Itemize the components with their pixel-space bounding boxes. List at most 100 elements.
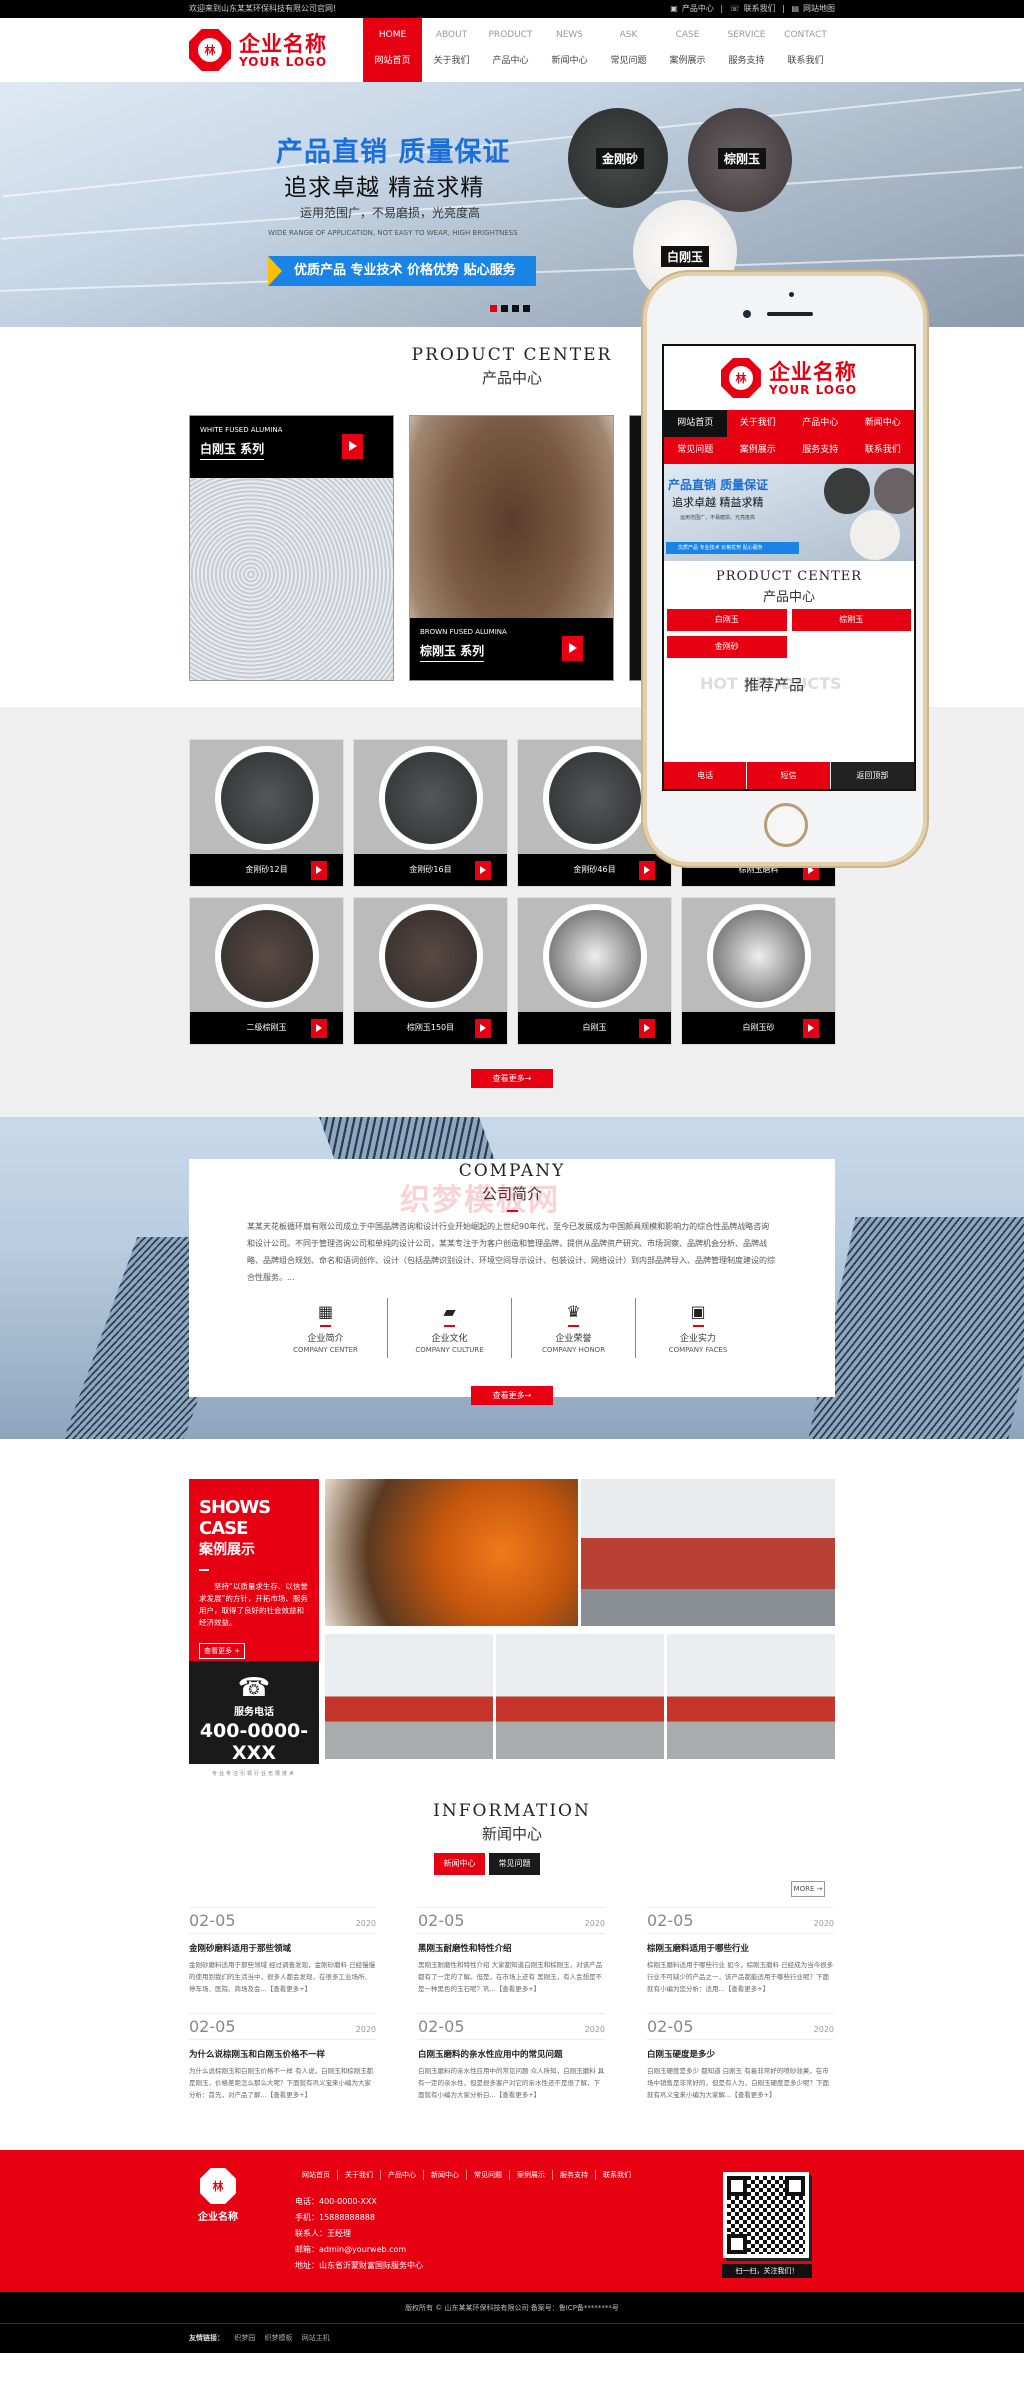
footer-nav-link[interactable]: 产品中心 <box>381 2170 424 2180</box>
slide-dot[interactable] <box>523 305 530 312</box>
mobile-nav-item[interactable]: 联系我们 <box>852 437 915 464</box>
nav-news[interactable]: NEWS 新闻中心 <box>540 18 599 82</box>
nav-case[interactable]: CASE 案例展示 <box>658 18 717 82</box>
company-more-button[interactable]: 查看更多→ <box>471 1386 553 1405</box>
mobile-nav-item[interactable]: 网站首页 <box>664 410 727 437</box>
news-title[interactable]: 黑刚玉耐磨性和特性介绍 <box>418 1942 605 1954</box>
logo[interactable]: 林 企业名称 YOUR LOGO <box>189 18 345 82</box>
product-name: 金刚砂46目 <box>573 865 616 874</box>
news-item[interactable]: 02-05 2020 白刚玉磨料的亲水性应用中的常见问题 白刚玉磨料的亲水性应用中的常… <box>418 2013 605 2119</box>
feature-strength[interactable]: ▣ 企业实力 COMPANY FACES <box>636 1298 760 1358</box>
footer: 林 企业名称 网站首页 关于我们 产品中心 新闻中心 常见问题 案例展示 服务支持 联系我们 … <box>0 2150 1024 2292</box>
footer-nav-link[interactable]: 联系我们 <box>596 2170 638 2180</box>
play-icon[interactable] <box>311 861 327 880</box>
feature-honor[interactable]: ♛ 企业荣誉 COMPANY HONOR <box>512 1298 636 1358</box>
product-card[interactable]: 白刚玉砂 <box>681 897 836 1045</box>
view-more-button[interactable]: 查看更多→ <box>471 1069 553 1088</box>
mobile-nav-item[interactable]: 常见问题 <box>664 437 727 464</box>
product-card[interactable]: 金刚砂16目 <box>353 739 508 887</box>
top-link-products[interactable]: 产品中心 <box>682 4 714 13</box>
case-more-button[interactable]: 查看更多 + <box>199 1643 246 1659</box>
footer-nav-link[interactable]: 案例展示 <box>510 2170 553 2180</box>
mobile-nav-item[interactable]: 关于我们 <box>727 410 790 437</box>
mobile-category-button[interactable]: 金刚砂 <box>667 636 787 658</box>
news-item[interactable]: 02-05 2020 白刚玉硬度是多少 白刚玉硬度是多少 都知道 白刚玉 有着非常好的… <box>647 2013 834 2119</box>
footer-nav-link[interactable]: 常见问题 <box>467 2170 510 2180</box>
case-title-en: SHOWS CASE <box>199 1497 271 1539</box>
case-image-lorry[interactable] <box>325 1634 493 1759</box>
footer-nav: 网站首页 关于我们 产品中心 新闻中心 常见问题 案例展示 服务支持 联系我们 <box>295 2170 638 2180</box>
feature-profile[interactable]: ▦ 企业简介 COMPANY CENTER <box>264 1298 388 1358</box>
mobile-back-to-top-button[interactable]: 返回顶部 <box>830 762 914 789</box>
category-card-brown[interactable]: BROWN FUSED ALUMINA 棕刚玉 系列 <box>409 415 614 681</box>
nav-contact[interactable]: CONTACT 联系我们 <box>776 18 835 82</box>
slide-dot[interactable] <box>512 305 519 312</box>
mobile-category-button[interactable]: 白刚玉 <box>667 609 787 631</box>
slide-dot[interactable] <box>490 305 497 312</box>
footer-nav-link[interactable]: 服务支持 <box>553 2170 596 2180</box>
friend-link[interactable]: 网站主机 <box>302 2334 330 2342</box>
mobile-nav-item[interactable]: 服务支持 <box>789 437 852 464</box>
news-more-button[interactable]: MORE → <box>791 1881 825 1897</box>
play-icon[interactable] <box>475 861 491 880</box>
news-summary: 金刚砂磨料适用于那些领域 经过调查发现，金刚砂磨料 已经慢慢的使用到我们的生活当… <box>189 1961 376 1993</box>
feature-culture[interactable]: ▰ 企业文化 COMPANY CULTURE <box>388 1298 512 1358</box>
play-icon[interactable] <box>475 1019 491 1038</box>
news-item[interactable]: 02-05 2020 黑刚玉耐磨性和特性介绍 黑刚玉耐磨性和特性介绍 大家都知道白刚玉… <box>418 1907 605 2013</box>
product-card[interactable]: 白刚玉 <box>517 897 672 1045</box>
service-label: 服务电话 <box>234 1707 274 1718</box>
friend-link[interactable]: 织梦园 <box>234 2334 255 2342</box>
case-image-lorry[interactable] <box>496 1634 664 1759</box>
welcome-text: 欢迎来到山东某某环保科技有限公司官网! <box>189 4 337 13</box>
sitemap-icon: ▤ <box>791 4 799 13</box>
news-title[interactable]: 金刚砂磨料适用于那些领域 <box>189 1942 376 1954</box>
news-title[interactable]: 棕刚玉磨料适用于哪些行业 <box>647 1942 834 1954</box>
news-item[interactable]: 02-05 2020 为什么说棕刚玉和白刚玉价格不一样 为什么说棕刚玉和白刚玉价格不一… <box>189 2013 376 2119</box>
mobile-nav-item[interactable]: 产品中心 <box>789 410 852 437</box>
footer-nav-link[interactable]: 关于我们 <box>338 2170 381 2180</box>
news-title[interactable]: 白刚玉磨料的亲水性应用中的常见问题 <box>418 2048 605 2060</box>
footer-nav-link[interactable]: 网站首页 <box>295 2170 338 2180</box>
nav-home[interactable]: HOME 网站首页 <box>363 18 422 82</box>
top-link-contact[interactable]: 联系我们 <box>744 4 776 13</box>
news-title[interactable]: 为什么说棕刚玉和白刚玉价格不一样 <box>189 2048 376 2060</box>
play-icon[interactable] <box>639 861 655 880</box>
company-section: COMPANY 公司简介 某某天花板循环扇有限公司成立于中国品牌咨询和设计行业开… <box>0 1117 1024 1439</box>
product-card[interactable]: 金刚砂12目 <box>189 739 344 887</box>
product-card[interactable]: 二级棕刚玉 <box>189 897 344 1045</box>
mobile-nav-item[interactable]: 案例展示 <box>727 437 790 464</box>
case-image-lorry[interactable] <box>667 1634 835 1759</box>
play-icon[interactable] <box>342 434 363 459</box>
news-title[interactable]: 白刚玉硬度是多少 <box>647 2048 834 2060</box>
news-item[interactable]: 02-05 2020 金刚砂磨料适用于那些领域 金刚砂磨料适用于那些领域 经过调查发现… <box>189 1907 376 2013</box>
case-image-truck[interactable] <box>581 1479 835 1626</box>
service-slogan: 专业专注引领行业无限技术 <box>211 1771 296 1777</box>
play-icon[interactable] <box>803 1019 819 1038</box>
slide-dot[interactable] <box>501 305 508 312</box>
footer-logo[interactable]: 林 企业名称 <box>196 2168 240 2223</box>
mobile-category-button[interactable]: 棕刚玉 <box>791 609 911 631</box>
tab-faq[interactable]: 常见问题 <box>489 1853 540 1875</box>
nav-service[interactable]: SERVICE 服务支持 <box>717 18 776 82</box>
mobile-sms-button[interactable]: 短信 <box>747 762 831 789</box>
top-link-sitemap[interactable]: 网站地图 <box>803 4 835 13</box>
product-card[interactable]: 棕刚玉150目 <box>353 897 508 1045</box>
news-item[interactable]: 02-05 2020 棕刚玉磨料适用于哪些行业 棕刚玉磨料适用于哪些行业 如今，棕刚玉… <box>647 1907 834 2013</box>
product-name: 白刚玉 <box>582 1023 607 1032</box>
category-card-white[interactable]: WHITE FUSED ALUMINA 白刚玉 系列 <box>189 415 394 681</box>
case-image-welder[interactable] <box>325 1479 578 1626</box>
play-icon[interactable] <box>311 1019 327 1038</box>
nav-about[interactable]: ABOUT 关于我们 <box>422 18 481 82</box>
nav-ask[interactable]: ASK 常见问题 <box>599 18 658 82</box>
play-icon[interactable] <box>562 636 583 661</box>
mobile-call-button[interactable]: 电话 <box>664 762 748 789</box>
footer-nav-link[interactable]: 新闻中心 <box>424 2170 467 2180</box>
news-summary: 白刚玉磨料的亲水性应用中的常见问题 众人所知，白刚玉磨料 具有一定的亲水性，但是… <box>418 2067 605 2099</box>
mobile-nav-item[interactable]: 新闻中心 <box>852 410 915 437</box>
friend-link[interactable]: 织梦模板 <box>264 2334 292 2342</box>
play-icon[interactable] <box>639 1019 655 1038</box>
tab-news[interactable]: 新闻中心 <box>434 1853 485 1875</box>
nav-product[interactable]: PRODUCT 产品中心 <box>481 18 540 82</box>
main-nav: HOME 网站首页 ABOUT 关于我们 PRODUCT 产品中心 NEWS 新闻中心 … <box>363 18 835 82</box>
news-year: 2020 <box>584 1919 605 1928</box>
